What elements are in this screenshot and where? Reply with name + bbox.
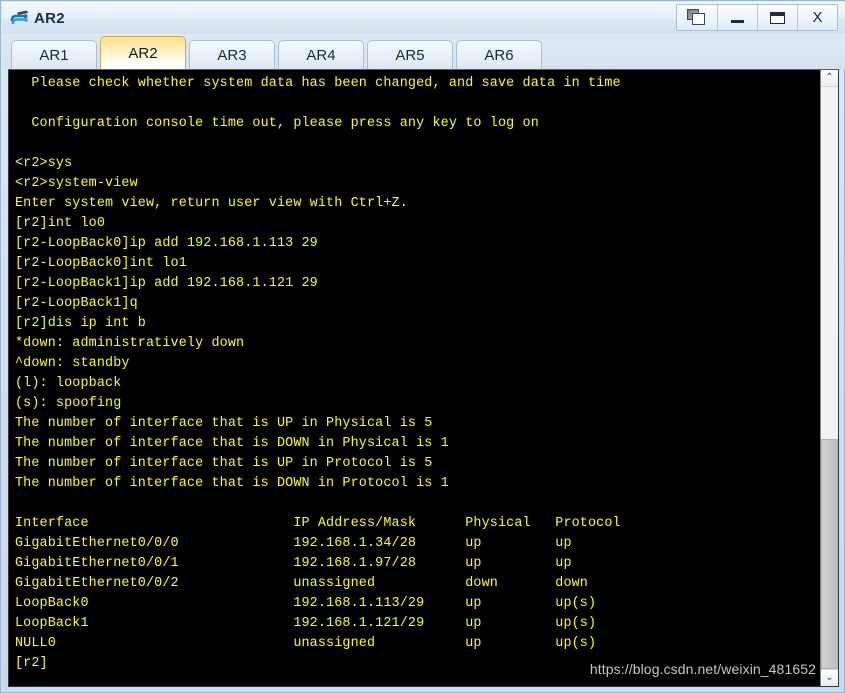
terminal-line: NULL0 unassigned up up(s) <box>15 636 597 651</box>
terminal-line: LoopBack1 192.168.1.121/29 up up(s) <box>15 616 597 631</box>
console-scrollbar[interactable]: ⌃ ⌄ <box>820 70 838 686</box>
window-controls: X <box>676 4 838 31</box>
terminal-lines: Please check whether system data has bee… <box>15 74 822 674</box>
terminal-line: LoopBack0 192.168.1.113/29 up up(s) <box>15 596 597 611</box>
terminal-line: The number of interface that is DOWN in … <box>15 476 449 491</box>
cascade-windows-button[interactable] <box>677 5 717 30</box>
minimize-icon <box>731 19 744 23</box>
terminal-line: [r2]dis ip int b <box>15 316 146 331</box>
scrollbar-track[interactable] <box>821 87 838 669</box>
maximize-icon <box>770 11 785 24</box>
tab-label: AR2 <box>128 44 158 62</box>
terminal-line: *down: administratively down <box>15 336 245 351</box>
minimize-button[interactable] <box>717 5 757 30</box>
chevron-up-icon: ⌃ <box>825 72 834 83</box>
terminal-output[interactable]: Please check whether system data has bee… <box>9 70 822 686</box>
close-button[interactable]: X <box>797 5 837 30</box>
scroll-up-button[interactable]: ⌃ <box>821 70 838 87</box>
terminal-line: Configuration console time out, please p… <box>15 116 539 131</box>
tab-ar5[interactable]: AR5 <box>367 40 453 69</box>
terminal-line: GigabitEthernet0/0/0 192.168.1.34/28 up … <box>15 536 572 551</box>
terminal-line: The number of interface that is DOWN in … <box>15 436 449 451</box>
terminal-line: The number of interface that is UP in Ph… <box>15 416 433 431</box>
maximize-button[interactable] <box>757 5 797 30</box>
console-frame: Please check whether system data has bee… <box>8 69 839 687</box>
tab-label: AR3 <box>217 46 247 64</box>
scrollbar-thumb[interactable] <box>821 439 838 669</box>
tab-ar3[interactable]: AR3 <box>189 40 275 69</box>
tab-label: AR6 <box>484 46 514 64</box>
scroll-down-button[interactable]: ⌄ <box>821 669 838 686</box>
terminal-line: <r2>system-view <box>15 176 138 191</box>
window-title: AR2 <box>34 9 65 27</box>
terminal-line: (s): spoofing <box>15 396 122 411</box>
terminal-line: <r2>sys <box>15 156 73 171</box>
window-titlebar[interactable]: AR2 X <box>2 2 845 34</box>
router-device-icon <box>9 7 31 29</box>
terminal-line: GigabitEthernet0/0/1 192.168.1.97/28 up … <box>15 556 572 571</box>
tab-label: AR4 <box>306 46 336 64</box>
close-icon: X <box>812 9 823 26</box>
terminal-line: GigabitEthernet0/0/2 unassigned down dow… <box>15 576 588 591</box>
terminal-line: [r2-LoopBack0]int lo1 <box>15 256 187 271</box>
tab-label: AR1 <box>39 46 69 64</box>
chevron-down-icon: ⌄ <box>825 672 834 683</box>
device-tabstrip: AR1 AR2 AR3 AR4 AR5 AR6 <box>2 34 845 69</box>
router-cli-window: AR2 X AR1 AR2 AR3 AR4 AR5 AR6 Please che… <box>0 0 845 693</box>
terminal-line: (l): loopback <box>15 376 122 391</box>
terminal-line: The number of interface that is UP in Pr… <box>15 456 433 471</box>
tab-ar1[interactable]: AR1 <box>11 40 97 69</box>
terminal-line: Interface IP Address/Mask Physical Proto… <box>15 516 621 531</box>
terminal-line: [r2]int lo0 <box>15 216 106 231</box>
terminal-line: Enter system view, return user view with… <box>15 196 408 211</box>
terminal-line: ^down: standby <box>15 356 130 371</box>
tab-ar6[interactable]: AR6 <box>456 40 542 69</box>
terminal-line: [r2-LoopBack0]ip add 192.168.1.113 29 <box>15 236 318 251</box>
terminal-line: [r2-LoopBack1]q <box>15 296 138 311</box>
tab-ar2[interactable]: AR2 <box>100 36 186 69</box>
tab-label: AR5 <box>395 46 425 64</box>
watermark-text: https://blog.csdn.net/weixin_481652 <box>589 661 816 677</box>
cascade-windows-icon <box>687 9 707 26</box>
terminal-line: Please check whether system data has bee… <box>15 76 621 91</box>
tab-ar4[interactable]: AR4 <box>278 40 364 69</box>
terminal-line: [r2-LoopBack1]ip add 192.168.1.121 29 <box>15 276 318 291</box>
